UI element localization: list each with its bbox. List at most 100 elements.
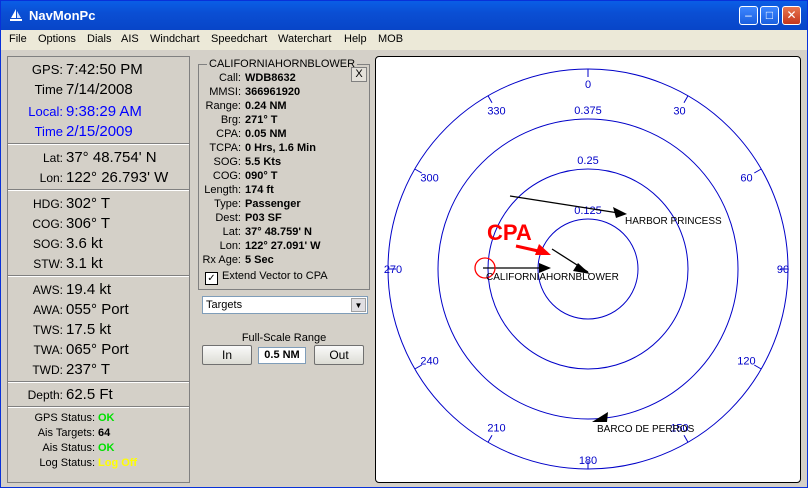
maximize-icon: □	[765, 8, 774, 22]
divider	[8, 381, 189, 383]
range-value-field: 0.5 NM	[258, 347, 306, 364]
range-label: Range:	[205, 100, 241, 112]
log-status-value: Log Off	[98, 457, 138, 469]
latitude-value: 37° 48.754' N	[66, 149, 157, 166]
local-label: Local:	[28, 104, 63, 119]
cpa-value: 0.05 NM	[245, 128, 287, 140]
zoom-out-button[interactable]: Out	[314, 345, 364, 365]
rx-age-value: 5 Sec	[245, 254, 274, 266]
gps-status-value: OK	[98, 412, 115, 424]
type-value: Passenger	[245, 198, 301, 210]
rx-age-label: Rx Age:	[202, 254, 241, 266]
bearing-tick	[487, 95, 493, 103]
ais-targets-value: 64	[98, 427, 111, 439]
close-icon: ✕	[786, 8, 797, 22]
radar-svg: 0.1250.250.375 0306090120150180210240270…	[384, 68, 789, 470]
gps-date: 7/14/2008	[66, 81, 133, 98]
menu-speedchart[interactable]: Speedchart	[211, 33, 267, 45]
range-ring	[487, 168, 689, 370]
title-bar[interactable]: NavMonPc – □ ✕	[1, 1, 807, 30]
menu-dials[interactable]: Dials	[87, 33, 111, 45]
cog-label: COG:	[32, 217, 63, 231]
gps-label: GPS:	[31, 62, 63, 77]
extend-vector-checkbox[interactable]: ✓ Extend Vector to CPA	[205, 270, 328, 285]
target-label-barco-de-perros[interactable]: BARCO DE PERROS	[597, 424, 695, 435]
dropdown-arrow-icon[interactable]: ▼	[351, 298, 366, 312]
close-window-button[interactable]: ✕	[782, 6, 801, 25]
twd-value: 237° T	[66, 361, 111, 378]
sog-label: SOG:	[32, 237, 63, 251]
aws-label: AWS:	[32, 283, 63, 297]
bearing-tick	[754, 168, 762, 174]
extend-vector-label: Extend Vector to CPA	[222, 270, 328, 282]
mmsi-value: 366961920	[245, 86, 301, 98]
target-lon-value: 122° 27.091' W	[245, 240, 321, 252]
check-icon[interactable]: ✓	[205, 272, 218, 285]
tws-value: 17.5 kt	[66, 321, 112, 338]
aws-value: 19.4 kt	[66, 281, 112, 298]
maximize-button[interactable]: □	[760, 6, 779, 25]
target-label-california-hornblower[interactable]: CALIFORNIAHORNBLOWER	[486, 272, 619, 283]
zoom-in-button[interactable]: In	[202, 345, 252, 365]
target-lon-label: Lon:	[219, 240, 241, 252]
divider	[8, 189, 189, 191]
dest-value: P03 SF	[245, 212, 282, 224]
cpa-label: CPA:	[216, 128, 241, 140]
target-panel: CALIFORNIAHORNBLOWER X Call: WDB8632 MMSI…	[196, 56, 372, 483]
menu-bar: File Options Dials AIS Windchart Speedch…	[1, 30, 807, 50]
app-window: NavMonPc – □ ✕ File Options Dials AIS Wi…	[0, 0, 808, 488]
ais-targets-label: Ais Targets:	[37, 427, 95, 439]
bearing-label: 90	[777, 264, 789, 276]
local-time: 9:38:29 AM	[66, 103, 142, 120]
bearing-label: 300	[420, 173, 438, 185]
dest-label: Dest:	[215, 212, 241, 224]
menu-help[interactable]: Help	[344, 33, 367, 45]
target-label-harbor-princess[interactable]: HARBOR PRINCESS	[625, 216, 722, 227]
cpa-callout-arrow-icon	[535, 244, 551, 255]
bearing-tick	[487, 435, 493, 443]
ais-radar-display[interactable]: 0.125 0.25 0.375 0 30 60 90 120 150 180 210 240 270…	[375, 56, 801, 483]
instrument-panel: GPS: 7:42:50 PM Time 7/14/2008 Local: 9:38:…	[7, 56, 190, 483]
bearing-tick	[683, 435, 689, 443]
target-cog-label: COG:	[212, 170, 241, 182]
ais-status-value: OK	[98, 442, 115, 454]
minimize-icon: –	[745, 8, 752, 22]
target-lat-label: Lat:	[222, 226, 241, 238]
minimize-button[interactable]: –	[739, 6, 758, 25]
cpa-callout: CPA	[487, 220, 532, 245]
gps-time: 7:42:50 PM	[66, 61, 143, 78]
target-filter-select[interactable]: Targets ▼	[202, 296, 368, 314]
menu-waterchart[interactable]: Waterchart	[278, 33, 331, 45]
menu-ais[interactable]: AIS	[121, 33, 139, 45]
menu-windchart[interactable]: Windchart	[150, 33, 200, 45]
gps-date-label: Time	[34, 82, 63, 97]
close-target-button[interactable]: X	[351, 67, 367, 82]
bearing-label: 210	[487, 422, 505, 434]
menu-options[interactable]: Options	[38, 33, 76, 45]
gps-status-label: GPS Status:	[34, 412, 95, 424]
awa-value: 055° Port	[66, 301, 129, 318]
bearing-label: 0	[585, 79, 591, 91]
cog-value: 306° T	[66, 215, 111, 232]
lon-label: Lon:	[39, 171, 63, 185]
divider	[8, 406, 189, 408]
twa-label: TWA:	[33, 343, 63, 357]
sog-value: 3.6 kt	[66, 235, 103, 252]
bearing-label: 60	[740, 173, 752, 185]
target-cog-value: 090° T	[245, 170, 278, 182]
bearing-label: 270	[384, 264, 402, 276]
target-arrow-icon[interactable]	[592, 412, 608, 422]
full-scale-range-label: Full-Scale Range	[241, 332, 327, 344]
divider	[8, 275, 189, 277]
twa-value: 065° Port	[66, 341, 129, 358]
menu-mob[interactable]: MOB	[378, 33, 403, 45]
target-info-group: CALIFORNIAHORNBLOWER X Call: WDB8632 MMSI…	[198, 58, 370, 290]
tcpa-label: TCPA:	[209, 142, 241, 154]
ring-label: 0.25	[577, 155, 598, 167]
tcpa-value: 0 Hrs, 1.6 Min	[245, 142, 316, 154]
local-date: 2/15/2009	[66, 123, 133, 140]
bearing-tick	[683, 95, 689, 103]
depth-value: 62.5 Ft	[66, 386, 113, 403]
mmsi-label: MMSI:	[209, 86, 241, 98]
menu-file[interactable]: File	[9, 33, 27, 45]
